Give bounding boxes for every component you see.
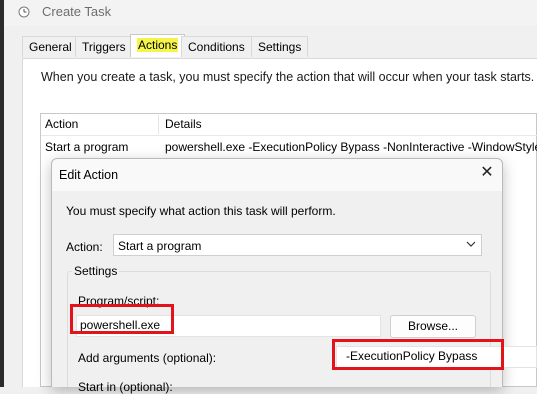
browse-button[interactable]: Browse... xyxy=(390,315,476,338)
tab-triggers[interactable]: Triggers xyxy=(75,36,133,57)
tab-actions[interactable]: Actions xyxy=(130,34,186,57)
close-icon[interactable]: ✕ xyxy=(476,163,498,185)
table-row-details[interactable]: powershell.exe -ExecutionPolicy Bypass -… xyxy=(165,140,537,154)
arguments-highlight-box xyxy=(332,339,504,370)
chevron-down-icon[interactable] xyxy=(466,239,476,249)
column-header-details[interactable]: Details xyxy=(165,117,202,131)
tab-conditions[interactable]: Conditions xyxy=(181,36,252,57)
header-divider xyxy=(41,135,537,136)
tab-divider xyxy=(22,58,537,59)
start-in-label: Start in (optional): xyxy=(78,380,173,394)
column-header-action[interactable]: Action xyxy=(45,117,78,131)
tab-general[interactable]: General xyxy=(22,36,79,57)
window-title: Create Task xyxy=(42,4,112,19)
table-row-action[interactable]: Start a program xyxy=(45,140,128,154)
add-arguments-label: Add arguments (optional): xyxy=(78,351,217,365)
actions-intro-text: When you create a task, you must specify… xyxy=(41,70,535,84)
tab-settings[interactable]: Settings xyxy=(251,36,309,57)
left-window-edge xyxy=(0,0,4,387)
dialog-title: Edit Action xyxy=(59,168,119,182)
action-select-value: Start a program xyxy=(118,239,202,253)
tab-actions-label: Actions xyxy=(137,38,179,52)
settings-group-label: Settings xyxy=(72,264,120,278)
clock-icon xyxy=(18,6,30,18)
action-label: Action: xyxy=(66,240,103,254)
dialog-message: You must specify what action this task w… xyxy=(66,204,336,218)
column-separator xyxy=(158,115,159,134)
program-highlight-box xyxy=(70,304,174,334)
